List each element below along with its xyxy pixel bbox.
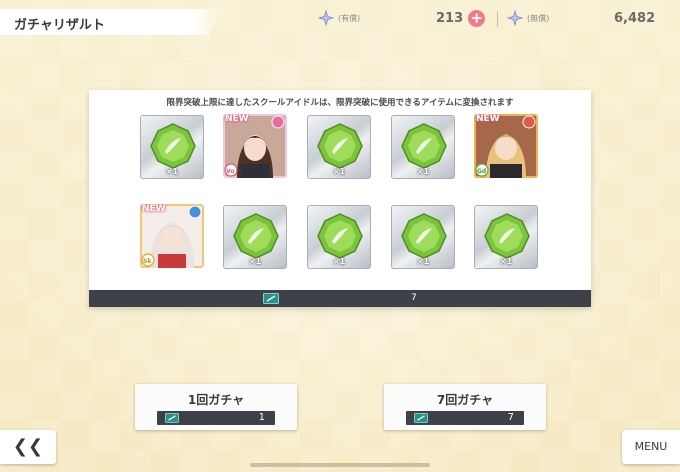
ticket-count-bar: 7 xyxy=(89,290,591,307)
single-gacha-label: 1回ガチャ xyxy=(187,393,245,407)
attribute-label: Sk xyxy=(143,258,152,265)
idol-card-gd[interactable]: NEW Gd xyxy=(474,114,538,178)
paid-label: (有償) xyxy=(338,13,361,23)
gacha-result-panel: 限界突破上限に達したスクールアイドルは、限界突破に使用できるアイテムに変換されま… xyxy=(89,90,591,307)
multi-gacha-cost-value: 7 xyxy=(507,412,514,423)
multi-gacha-button[interactable]: 7回ガチャ 7 xyxy=(384,384,546,430)
green-crystal-icon xyxy=(317,123,363,169)
green-crystal-icon xyxy=(401,213,447,259)
new-badge: NEW xyxy=(476,114,500,124)
multi-gacha-cost: 7 xyxy=(406,411,524,425)
menu-button[interactable]: MENU xyxy=(622,430,680,464)
green-crystal-icon xyxy=(233,213,279,259)
item-quantity: ×1 xyxy=(416,257,430,266)
gacha-ticket-icon xyxy=(414,413,428,426)
page-title: ガチャリザルト xyxy=(14,18,105,33)
conversion-note: 限界突破上限に達したスクールアイドルは、限界突破に使用できるアイテムに変換されま… xyxy=(166,98,514,108)
multi-gacha-label: 7回ガチャ xyxy=(436,393,494,407)
star-gem-icon xyxy=(506,9,524,27)
free-currency: (無償) xyxy=(506,8,550,28)
green-crystal-icon xyxy=(484,213,530,259)
single-gacha-cost-value: 1 xyxy=(258,412,265,423)
crystal-item-card[interactable]: ×1 xyxy=(391,205,455,269)
crystal-item-card[interactable]: ×1 xyxy=(391,115,455,179)
item-quantity: ×1 xyxy=(332,257,346,266)
paid-value-group: 213 + xyxy=(436,8,486,28)
paid-currency: (有償) xyxy=(317,8,361,28)
green-crystal-icon xyxy=(401,123,447,169)
free-value: 6,482 xyxy=(614,10,656,26)
attribute-label: Gd xyxy=(477,168,487,175)
free-label: (無償) xyxy=(527,13,550,23)
purchase-plus-button[interactable]: + xyxy=(468,9,486,27)
currency-divider xyxy=(497,11,498,27)
crystal-item-card[interactable]: ×1 xyxy=(140,115,204,179)
green-crystal-icon xyxy=(317,213,363,259)
idol-card-sk[interactable]: NEW Sk xyxy=(140,204,204,268)
item-quantity: ×1 xyxy=(416,167,430,176)
free-value-group: 6,482 xyxy=(614,8,655,28)
paid-value: 213 xyxy=(436,10,464,26)
crystal-item-card[interactable]: ×1 xyxy=(223,205,287,269)
item-quantity: ×1 xyxy=(332,167,346,176)
green-crystal-icon xyxy=(150,123,196,169)
item-quantity: ×1 xyxy=(499,257,513,266)
attribute-label: Vo xyxy=(226,168,235,175)
gacha-ticket-icon xyxy=(165,413,179,426)
star-gem-icon xyxy=(317,9,335,27)
idol-card-vo[interactable]: NEW Vo xyxy=(223,114,287,178)
new-badge: NEW xyxy=(225,114,249,124)
gacha-ticket-icon xyxy=(263,293,279,307)
home-indicator[interactable] xyxy=(250,463,430,467)
crystal-item-card[interactable]: ×1 xyxy=(307,115,371,179)
ticket-count: 7 xyxy=(411,293,417,303)
single-gacha-button[interactable]: 1回ガチャ 1 xyxy=(135,384,297,430)
item-quantity: ×1 xyxy=(248,257,262,266)
crystal-item-card[interactable]: ×1 xyxy=(307,205,371,269)
crystal-item-card[interactable]: ×1 xyxy=(474,205,538,269)
new-badge: NEW xyxy=(142,204,166,214)
item-quantity: ×1 xyxy=(165,167,179,176)
back-button[interactable]: ❮❮ xyxy=(0,430,56,464)
single-gacha-cost: 1 xyxy=(157,411,275,425)
